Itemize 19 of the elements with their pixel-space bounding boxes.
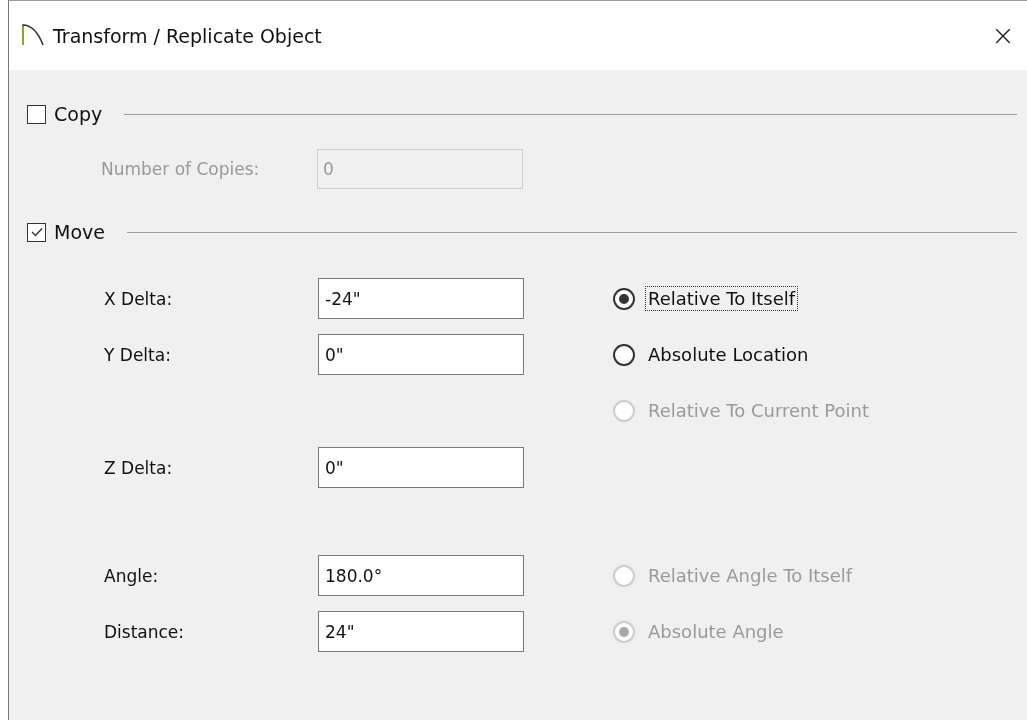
field-label: Distance: (104, 621, 186, 642)
move-checkbox[interactable]: Move (27, 221, 105, 243)
value-field[interactable]: 180.0° (318, 555, 524, 596)
window-title: Transform / Replicate Object (53, 24, 322, 47)
value-field[interactable]: 0" (318, 447, 524, 488)
value-field[interactable]: 24" (318, 611, 524, 652)
radio-button[interactable] (613, 343, 635, 366)
field-label: X Delta: (104, 288, 174, 309)
close-button[interactable]: × (983, 15, 1023, 56)
radio-label[interactable]: Relative To Itself (645, 286, 799, 311)
value-field[interactable]: -24" (318, 278, 524, 319)
copies-label: Number of Copies: (101, 159, 261, 179)
radio-label[interactable]: Absolute Location (645, 342, 812, 367)
field-label: Angle: (104, 565, 160, 586)
field-label: Z Delta: (104, 457, 174, 478)
arch-icon (21, 21, 45, 46)
radio-button[interactable] (613, 287, 635, 310)
field-label: Y Delta: (104, 344, 172, 365)
value-field[interactable]: 0" (318, 334, 524, 375)
